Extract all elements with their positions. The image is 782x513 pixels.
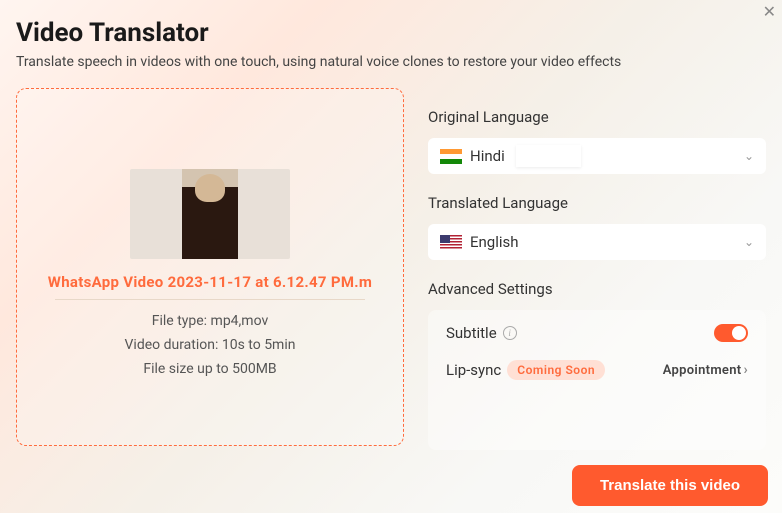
- subtitle-label: Subtitle: [446, 324, 497, 342]
- original-language-label: Original Language: [428, 108, 766, 126]
- upload-area[interactable]: WhatsApp Video 2023-11-17 at 6.12.47 PM.…: [16, 88, 404, 446]
- page-subtitle: Translate speech in videos with one touc…: [16, 54, 766, 70]
- chevron-right-icon: ›: [743, 362, 748, 378]
- original-language-dropdown[interactable]: Hindi ⌄: [428, 138, 766, 174]
- info-icon[interactable]: i: [503, 326, 517, 340]
- subtitle-toggle[interactable]: [714, 324, 748, 342]
- translate-button[interactable]: Translate this video: [572, 465, 768, 506]
- advanced-settings-panel: Subtitle i Lip-sync Coming Soon Appointm…: [428, 310, 766, 450]
- flag-us-icon: [440, 235, 462, 250]
- filename: WhatsApp Video 2023-11-17 at 6.12.47 PM.…: [17, 273, 403, 291]
- close-icon[interactable]: ✕: [763, 4, 776, 20]
- original-language-value: Hindi: [470, 147, 505, 165]
- size-info: File size up to 500MB: [143, 358, 276, 382]
- divider: [55, 299, 365, 300]
- coming-soon-badge: Coming Soon: [507, 360, 605, 380]
- appointment-link[interactable]: Appointment ›: [663, 362, 748, 378]
- appointment-label: Appointment: [663, 363, 742, 378]
- translated-language-dropdown[interactable]: English ⌄: [428, 224, 766, 260]
- page-title: Video Translator: [16, 18, 766, 48]
- chevron-down-icon: ⌄: [744, 149, 754, 163]
- flag-india-icon: [440, 149, 462, 164]
- video-thumbnail: [130, 169, 290, 259]
- translated-language-value: English: [470, 233, 519, 251]
- translated-language-label: Translated Language: [428, 194, 766, 212]
- advanced-settings-label: Advanced Settings: [428, 280, 766, 298]
- duration-info: Video duration: 10s to 5min: [125, 334, 296, 358]
- chevron-down-icon: ⌄: [744, 235, 754, 249]
- lipsync-label: Lip-sync: [446, 361, 501, 379]
- file-type-info: File type: mp4,mov: [152, 310, 269, 334]
- overlay-box: [516, 145, 581, 167]
